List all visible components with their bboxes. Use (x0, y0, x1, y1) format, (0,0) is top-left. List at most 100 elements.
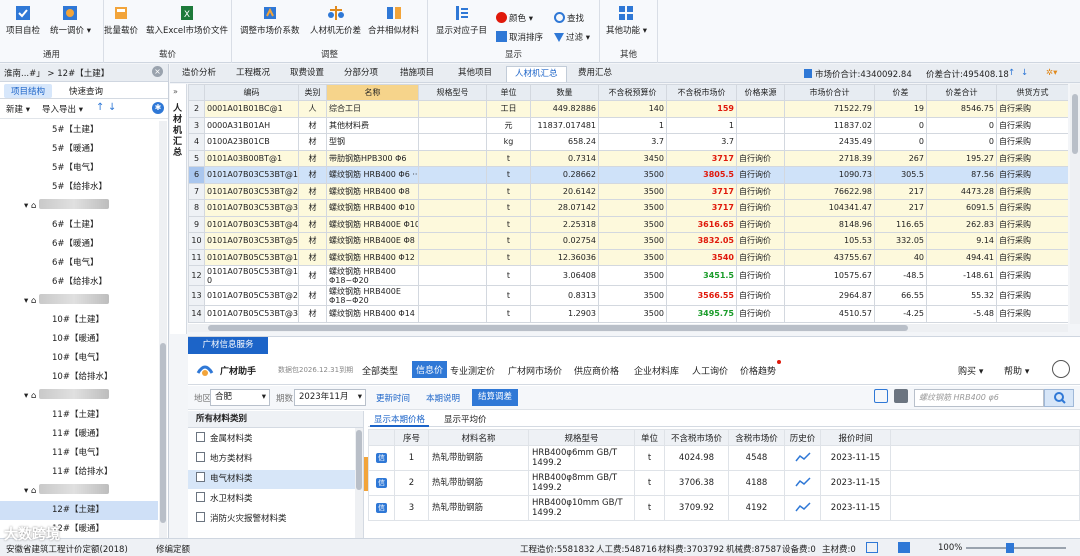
cell-diff[interactable]: 0 (874, 133, 927, 151)
show-sub-items-button[interactable]: 显示对应子目 (436, 4, 487, 36)
cell-budget[interactable]: 3500 (598, 166, 667, 184)
cell-code[interactable]: 0101A07B03C53BT@2 (204, 182, 299, 200)
table-row[interactable]: 12 0101A07B05C53BT@1 0 材螺纹钢筋 HRB400 Φ18~Φ2… (188, 265, 1068, 286)
settings-icon[interactable]: ✱ (152, 102, 164, 114)
table-row[interactable]: 4 0100A23B01CB 材型钢 kg 658.24 3.7 3.7 2435.49 0 0 自… (188, 133, 1068, 151)
price-cell-no[interactable]: 1 (394, 445, 429, 471)
cell-diff[interactable]: 0 (874, 116, 927, 134)
layout-icon[interactable] (866, 542, 878, 553)
filter-menu[interactable]: 过滤 ▾ (554, 31, 590, 43)
cell-unit[interactable]: t (486, 215, 531, 233)
batch-load-price-button[interactable]: 批量载价 (104, 4, 138, 36)
info-badge-icon[interactable]: 信 (376, 478, 387, 488)
cell-spec[interactable] (418, 133, 487, 151)
cell-diff[interactable]: 217 (874, 199, 927, 217)
cell-difftotal[interactable]: 262.83 (926, 215, 997, 233)
table-row[interactable]: 6 0101A07B03C53BT@1 材螺纹钢筋 HRB400 Φ6 ··· t 0.… (188, 166, 1068, 184)
tab-0[interactable]: 造价分析 (174, 66, 224, 82)
price-column-header[interactable]: 规格型号 (528, 429, 635, 446)
cell-market[interactable]: 159 (666, 100, 737, 118)
find-button[interactable]: 查找 (554, 12, 584, 24)
cell-name[interactable]: 螺纹钢筋 HRB400E Φ18~Φ20 (326, 285, 419, 306)
cancel-sort-button[interactable]: 取消排序 (496, 31, 543, 43)
cell-source[interactable]: 自行询价 (736, 166, 785, 184)
cell-budget[interactable]: 3450 (598, 149, 667, 167)
arrow-up-icon[interactable]: ↑ (1008, 68, 1015, 78)
tree-folder[interactable]: ▾ ⌂ (24, 482, 110, 501)
cell-supply[interactable]: 自行采购 (996, 166, 1068, 184)
tree-item[interactable]: 6#【暖通】 (0, 235, 158, 254)
settle-adjust-button[interactable]: 结算调差 (472, 389, 519, 406)
cell-code[interactable]: 0101A07B05C53BT@1 (204, 248, 299, 266)
price-cell-spec[interactable]: HRB400φ8mm GB/T 1499.2 (528, 470, 635, 496)
cell-type[interactable]: 人 (298, 100, 327, 118)
cell-name[interactable]: 螺纹钢筋 HRB400E Φ8 (326, 232, 419, 250)
info-nav-5[interactable]: 企业材料库 (634, 364, 679, 377)
column-header[interactable]: 名称 (326, 84, 419, 101)
search-button[interactable] (1044, 389, 1074, 407)
cell-budget[interactable]: 3.7 (598, 133, 667, 151)
no-price-diff-button[interactable]: 人材机无价差 (310, 4, 361, 36)
cell-spec[interactable] (418, 116, 487, 134)
info-badge-icon[interactable]: 信 (376, 453, 387, 463)
price-cell-date[interactable]: 2023-11-15 (820, 445, 891, 471)
tab-quick-query[interactable]: 快速查询 (62, 84, 110, 98)
column-header[interactable]: 编码 (204, 84, 299, 101)
cell-unit[interactable]: 工日 (486, 100, 531, 118)
cell-name[interactable]: 螺纹钢筋 HRB400 Φ18~Φ20 (326, 265, 419, 286)
cell-source[interactable]: 自行询价 (736, 265, 785, 286)
price-cell-unit[interactable]: t (634, 470, 665, 496)
gear-icon[interactable]: ✲▾ (1046, 68, 1057, 78)
price-history-cell[interactable] (784, 470, 821, 496)
info-nav-3[interactable]: 广材网市场价 (508, 364, 562, 377)
cell-source[interactable]: 自行询价 (736, 285, 785, 306)
price-column-header[interactable]: 不含税市场价 (664, 429, 729, 446)
cell-diff[interactable]: 217 (874, 182, 927, 200)
cell-mtotal[interactable]: 104341.47 (784, 199, 875, 217)
cell-spec[interactable] (418, 232, 487, 250)
cell-budget[interactable]: 3500 (598, 232, 667, 250)
column-header[interactable]: 单位 (486, 84, 531, 101)
grid-vscroll-thumb[interactable] (1072, 94, 1078, 154)
cell-spec[interactable] (418, 305, 487, 323)
price-row[interactable]: 信 3 热轧带肋钢筋 HRB400φ10mm GB/T 1499.2 t 3709.92 4… (368, 495, 1080, 521)
cell-market[interactable]: 3.7 (666, 133, 737, 151)
table-row[interactable]: 13 0101A07B05C53BT@2 材螺纹钢筋 HRB400E Φ18~Φ20… (188, 285, 1068, 306)
cell-market[interactable]: 3616.65 (666, 215, 737, 233)
cell-source[interactable]: 自行询价 (736, 305, 785, 323)
table-row[interactable]: 10 0101A07B03C53BT@5 材螺纹钢筋 HRB400E Φ8 t 0.02… (188, 232, 1068, 250)
left-scrollbar-thumb[interactable] (160, 343, 166, 523)
cell-name[interactable]: 螺纹钢筋 HRB400E Φ10 (326, 215, 419, 233)
cell-budget[interactable]: 3500 (598, 285, 667, 306)
new-menu[interactable]: 新建 ▾ (6, 103, 30, 115)
cell-mtotal[interactable]: 10575.67 (784, 265, 875, 286)
tree-item[interactable]: 10#【暖通】 (0, 330, 158, 349)
cell-diff[interactable]: 19 (874, 100, 927, 118)
cell-difftotal[interactable]: 55.32 (926, 285, 997, 306)
tree-item[interactable]: 5#【暖通】 (0, 140, 158, 159)
column-header[interactable]: 数量 (530, 84, 599, 101)
help-menu[interactable]: 帮助 ▾ (1004, 364, 1029, 377)
tree-item[interactable]: 10#【电气】 (0, 349, 158, 368)
column-header[interactable]: 市场价合计 (784, 84, 875, 101)
zoom-slider-handle[interactable] (1006, 543, 1014, 553)
cell-supply[interactable]: 自行采购 (996, 305, 1068, 323)
table-row[interactable]: 11 0101A07B05C53BT@1 材螺纹钢筋 HRB400 Φ12 t 12.3… (188, 248, 1068, 266)
price-cell-unit[interactable]: t (634, 445, 665, 471)
cell-unit[interactable]: t (486, 199, 531, 217)
cell-difftotal[interactable]: 0 (926, 116, 997, 134)
zoom-slider[interactable] (966, 547, 1066, 549)
cell-code[interactable]: 0101A07B03C53BT@1 (204, 166, 299, 184)
tree-item[interactable]: 6#【给排水】 (0, 273, 158, 292)
cell-type[interactable]: 材 (298, 199, 327, 217)
cell-qty[interactable]: 0.28662 (530, 166, 599, 184)
cell-supply[interactable]: 自行采购 (996, 215, 1068, 233)
cell-name[interactable]: 螺纹钢筋 HRB400 Φ8 (326, 182, 419, 200)
price-cell-inc[interactable]: 4188 (728, 470, 785, 496)
cell-unit[interactable]: kg (486, 133, 531, 151)
category-item[interactable]: 地方类材料 (196, 450, 253, 469)
cell-source[interactable]: 自行询价 (736, 182, 785, 200)
price-cell-spec[interactable]: HRB400φ10mm GB/T 1499.2 (528, 495, 635, 521)
cell-diff[interactable]: -48.5 (874, 265, 927, 286)
price-history-cell[interactable] (784, 445, 821, 471)
